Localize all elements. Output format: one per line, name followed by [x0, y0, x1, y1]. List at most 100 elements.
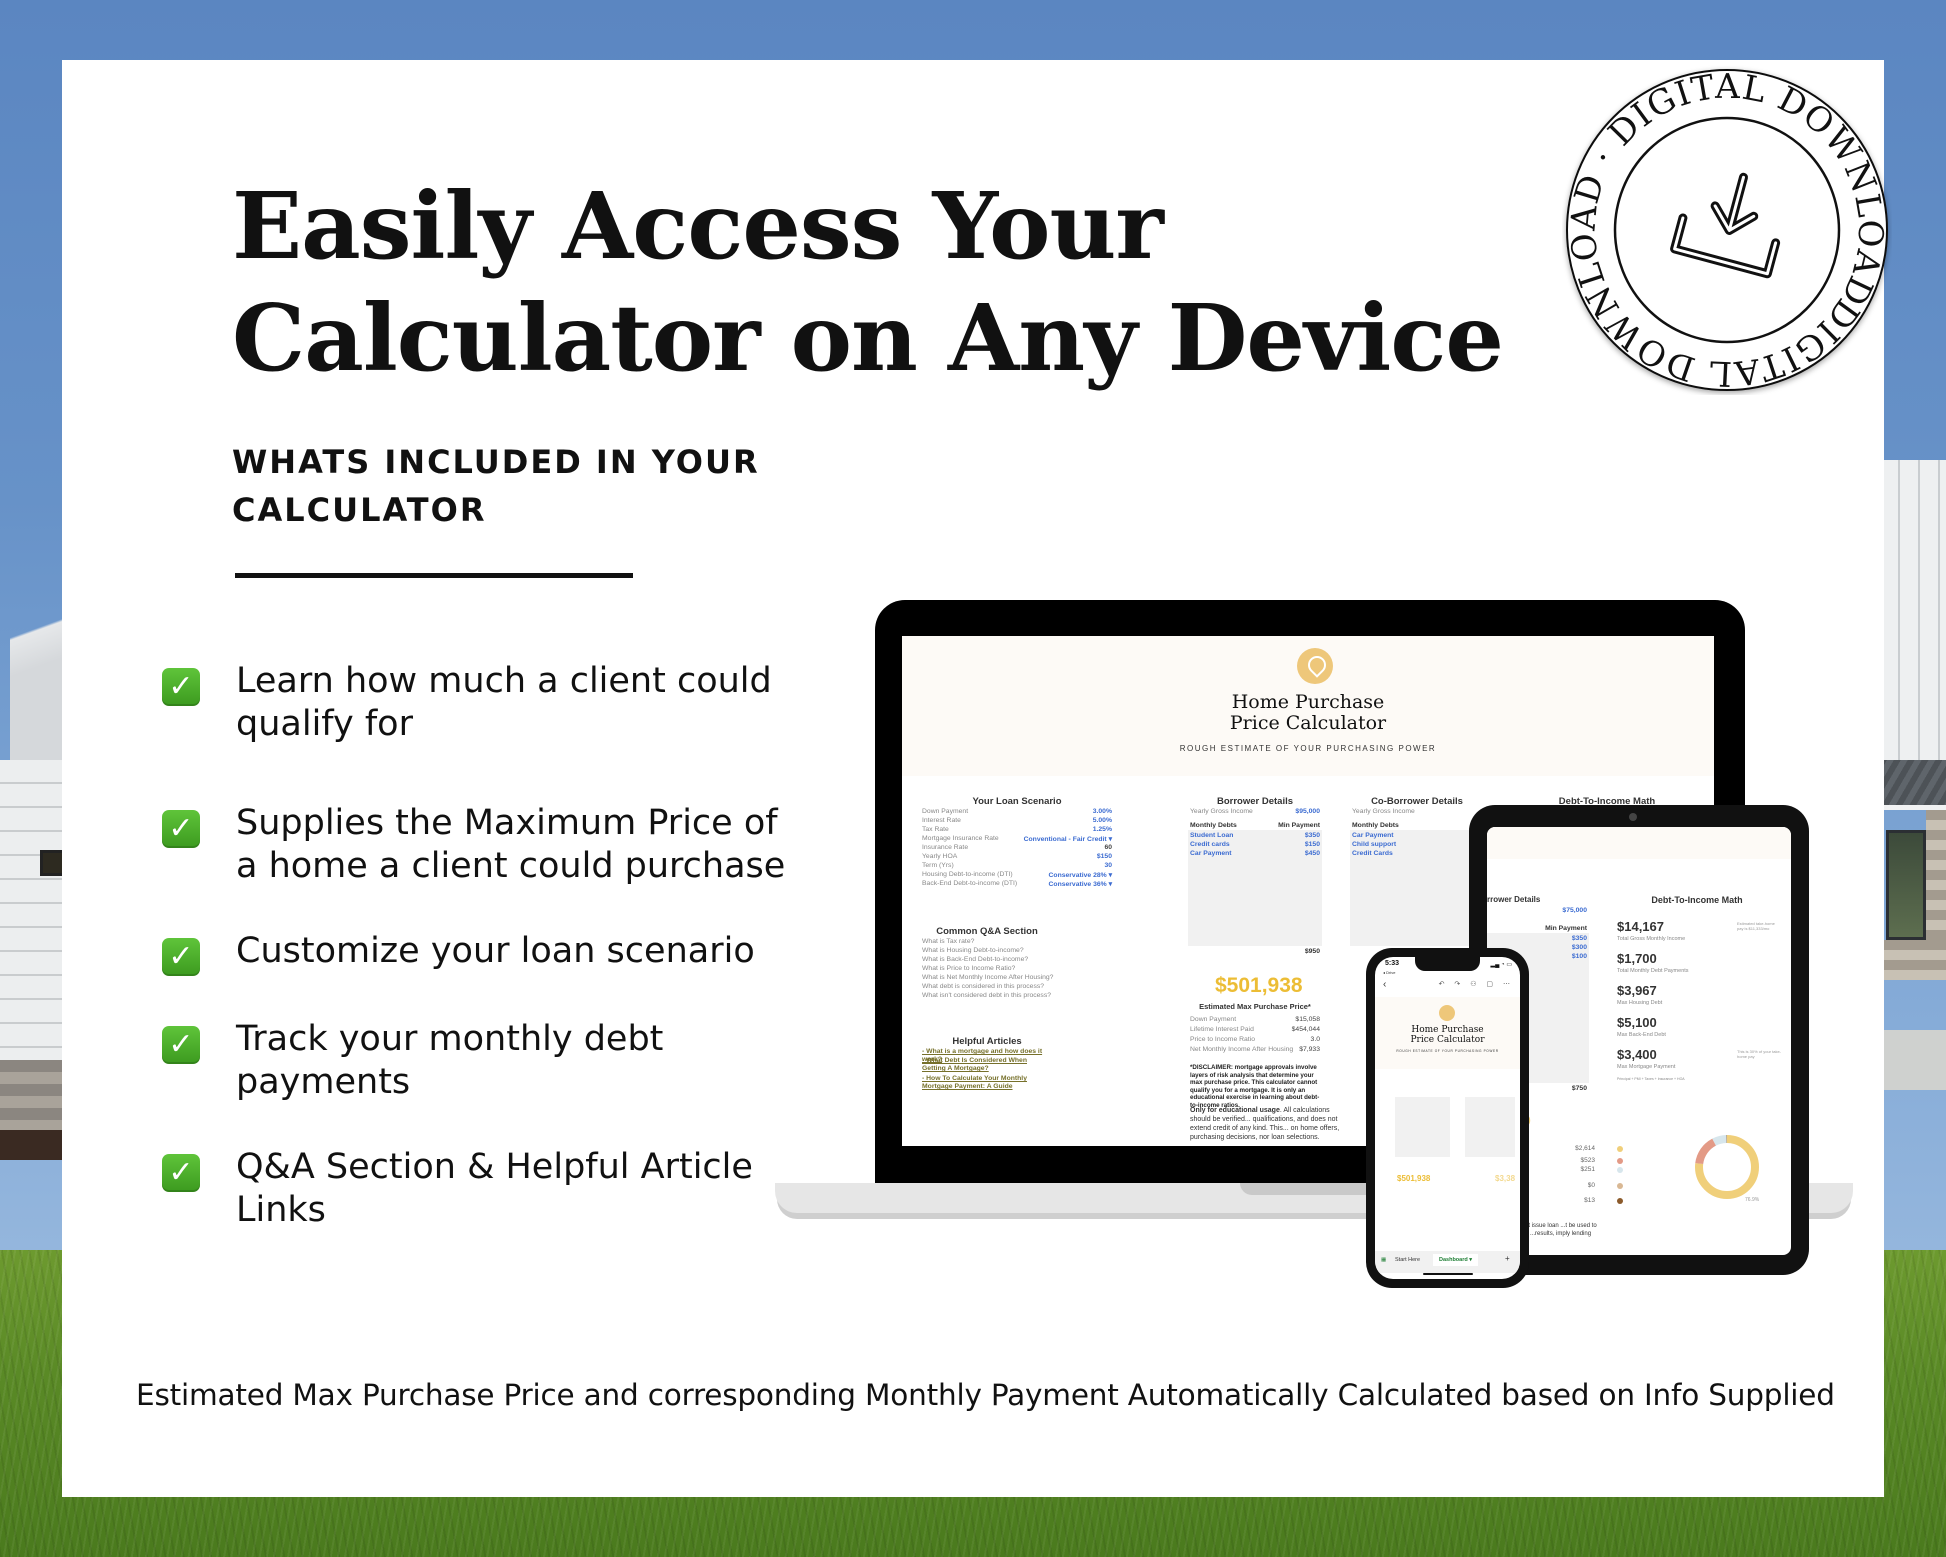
legend-dot-icon [1617, 1183, 1623, 1189]
row-label: Price to Income Ratio [1190, 1036, 1255, 1043]
row-value: $15,058 [1295, 1016, 1320, 1023]
debt-amount[interactable]: $150 [1270, 841, 1320, 848]
disclaimer: *DISCLAIMER: mortgage approvals involve … [1190, 1064, 1320, 1109]
debt-amount[interactable]: $350 [1537, 935, 1587, 942]
feature-item: ✓ Supplies the Maximum Price of a home a… [162, 802, 842, 888]
row-value-input[interactable]: 30 [1104, 862, 1112, 869]
row-value-input[interactable]: $150 [1097, 853, 1112, 860]
bottom-caption: Estimated Max Purchase Price and corresp… [136, 1378, 1835, 1412]
feature-text: Q&A Section & Helpful Article Links [236, 1147, 753, 1230]
max-price-label: Estimated Max Purchase Price* [1199, 1002, 1311, 1011]
feature-item: ✓ Track your monthly debt payments [162, 1018, 842, 1104]
dti-formula: Principal + PMI + Taxes + Insurance + HO… [1617, 1077, 1685, 1081]
row-value-input[interactable]: Conventional - Fair Credit ▾ [1024, 835, 1112, 843]
breakdown-value: $523 [1580, 1157, 1595, 1164]
row-value-input[interactable]: Conservative 28% ▾ [1049, 871, 1112, 879]
phone-max-price: $501,938 [1397, 1174, 1431, 1183]
loan-scenario-row: Housing Debt-to-income (DTI) Conservative… [922, 871, 1112, 879]
row-value-input[interactable]: 5.00% [1093, 817, 1112, 824]
borrower-income-value[interactable]: $95,000 [1295, 808, 1320, 815]
qa-question[interactable]: What debt is considered in this process? [922, 983, 1052, 990]
sheet-header: Home Purchase Price Calculator ROUGH EST… [902, 636, 1714, 776]
qa-question[interactable]: What is Back-End Debt-to-income? [922, 956, 1052, 963]
row-value-input[interactable]: 3.00% [1093, 808, 1112, 815]
dti-label: Max Mortgage Payment [1617, 1064, 1676, 1070]
check-mark-icon: ✓ [162, 1026, 200, 1064]
feature-item: ✓ Customize your loan scenario [162, 930, 842, 976]
loan-scenario-row: Down Payment 3.00% [922, 808, 1112, 815]
article-link[interactable]: - What Debt Is Considered When Getting A… [922, 1057, 1052, 1073]
row-value-input[interactable]: Conservative 36% ▾ [1049, 880, 1112, 888]
row-label: Housing Debt-to-income (DTI) [922, 871, 1013, 878]
toolbar-icons[interactable]: ↶ ↷ ⚇ ▢ ⋯ [1439, 980, 1514, 988]
row-label: Mortgage Insurance Rate [922, 835, 999, 842]
back-arrow-icon[interactable]: ‹ [1383, 979, 1386, 990]
add-sheet-button[interactable]: + [1505, 1254, 1510, 1263]
dti-label: Total Monthly Debt Payments [1617, 968, 1689, 974]
co-borrower-debt-total: $750 [1571, 1085, 1587, 1092]
loan-scenario-row: Insurance Rate 60 [922, 844, 1112, 851]
qa-question[interactable]: What is Tax rate? [922, 938, 1052, 945]
article-link[interactable]: - How To Calculate Your Monthly Mortgage… [922, 1075, 1052, 1091]
sheets-toolbar: ‹ ↶ ↷ ⚇ ▢ ⋯ [1375, 977, 1520, 995]
house-left [0, 520, 70, 1280]
payment-donut-chart [1695, 1135, 1759, 1199]
phone-mockup: 5:33 ◂ Drive ▂▄ ◔ ▭ ‹ ↶ ↷ ⚇ ▢ ⋯ Home Pur… [1366, 948, 1529, 1288]
qa-question[interactable]: What is Housing Debt-to-income? [922, 947, 1052, 954]
feature-text: Learn how much a client could qualify fo… [236, 661, 772, 744]
feature-text: Track your monthly debt payments [236, 1019, 664, 1102]
qa-question[interactable]: What is Net Monthly Income After Housing… [922, 974, 1053, 981]
home-indicator [1423, 1273, 1473, 1275]
row-value-input[interactable]: 1.25% [1093, 826, 1112, 833]
debt-amount[interactable]: $350 [1270, 832, 1320, 839]
qa-question[interactable]: What isn't considered debt in this proce… [922, 992, 1052, 999]
breakdown-value: $0 [1587, 1182, 1595, 1189]
home-pin-icon [1297, 648, 1333, 684]
row-label: Lifetime Interest Paid [1190, 1026, 1254, 1033]
dti-note: Estimated take-home pay is $11,333/mo [1737, 921, 1775, 931]
donut-label: 76.9% [1745, 1197, 1760, 1203]
check-mark-icon: ✓ [162, 810, 200, 848]
row-label: Yearly HOA [922, 853, 958, 860]
loan-scenario-row: Interest Rate 5.00% [922, 817, 1112, 824]
tab-dashboard[interactable]: Dashboard ▾ [1433, 1254, 1479, 1266]
loan-scenario-row: Mortgage Insurance Rate Conventional - Fa… [922, 835, 1112, 843]
dti-value: $1,700 [1617, 951, 1657, 966]
dti-label: Max Housing Debt [1617, 1000, 1663, 1006]
sheets-menu-icon[interactable]: ▦ [1381, 1257, 1386, 1263]
legend-dot-icon [1617, 1167, 1623, 1173]
debt-name[interactable]: Credit cards [1190, 841, 1230, 848]
educational-note: Only for educational usage. All calculat… [1190, 1107, 1340, 1141]
back-to-drive-link[interactable]: ◂ Drive [1383, 970, 1395, 975]
tablet-screen: rrower Details $75,000 Min Payment $350 $… [1487, 827, 1791, 1255]
debt-name[interactable]: Credit Cards [1352, 850, 1393, 857]
debt-amount[interactable]: $450 [1270, 850, 1320, 857]
debt-name[interactable]: Student Loan [1190, 832, 1233, 839]
headline-line-2: Calculator on Any Device [232, 284, 1504, 392]
debt-name[interactable]: Car Payment [1352, 832, 1394, 839]
debt-name[interactable]: Car Payment [1190, 850, 1232, 857]
qa-question[interactable]: What is Price to Income Ratio? [922, 965, 1052, 972]
phone-screen: 5:33 ◂ Drive ▂▄ ◔ ▭ ‹ ↶ ↷ ⚇ ▢ ⋯ Home Pur… [1375, 957, 1520, 1279]
row-label: Back-End Debt-to-income (DTI) [922, 880, 1018, 887]
loan-scenario-row: Term (Yrs) 30 [922, 862, 1112, 869]
row-value-input[interactable]: 60 [1104, 844, 1112, 851]
house-right [1880, 340, 1946, 1100]
loan-scenario-row: Back-End Debt-to-income (DTI) Conservativ… [922, 880, 1112, 888]
breakdown-value: $2,614 [1575, 1145, 1595, 1152]
tab-start-here[interactable]: Start Here [1395, 1257, 1420, 1263]
loan-scenario-title: Your Loan Scenario [972, 796, 1062, 807]
result-row: Lifetime Interest Paid $454,044 [1190, 1026, 1320, 1033]
row-value: 3.0 [1310, 1036, 1320, 1043]
row-label: Down Payment [922, 808, 969, 815]
signal-wifi-battery-icon: ▂▄ ◔ ▭ [1490, 962, 1513, 968]
calculator-subtitle: ROUGH ESTIMATE OF YOUR PURCHASING POWER [1179, 744, 1437, 753]
debt-amount[interactable]: $300 [1537, 944, 1587, 951]
check-mark-icon: ✓ [162, 938, 200, 976]
dti-title: Debt-To-Income Math [1651, 895, 1743, 905]
debt-amount[interactable]: $100 [1537, 953, 1587, 960]
dti-note: This is 30% of your take-home pay [1737, 1049, 1782, 1059]
debt-name[interactable]: Child support [1352, 841, 1396, 848]
feature-item: ✓ Learn how much a client could qualify … [162, 660, 842, 746]
row-label: Term (Yrs) [922, 862, 954, 869]
